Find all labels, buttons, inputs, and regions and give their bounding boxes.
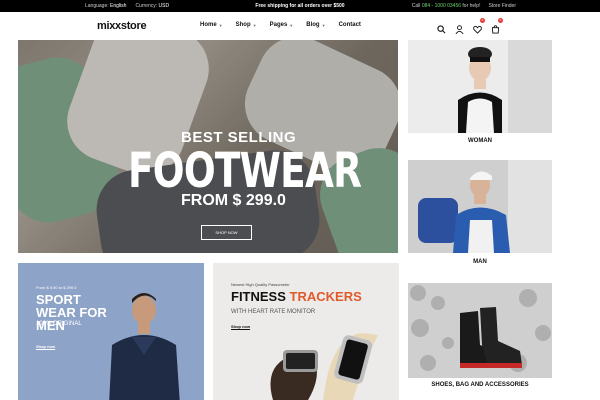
top-bar-right: Call 084 - 1000 03456 for help! Store Fi… (412, 3, 516, 9)
category-tile-shoes[interactable]: SHOES, BAG AND ACCESSORIES (408, 283, 552, 400)
chevron-down-icon: ▼ (321, 22, 326, 28)
nav-item-blog[interactable]: Blog ▼ (306, 22, 325, 28)
chevron-down-icon: ▼ (218, 22, 223, 28)
phone-number[interactable]: 084 - 1000 03456 (422, 3, 461, 9)
hero-price: FROM $ 299.0 (181, 192, 286, 209)
shop-now-link[interactable]: Shop now (231, 324, 250, 329)
sport-wear-banner[interactable]: From $ 9.90 to $ 299.0 SPORT WEAR FOR ME… (18, 263, 204, 400)
cart-icon[interactable]: 0 (491, 18, 503, 34)
wishlist-badge: 0 (480, 18, 485, 23)
nav-item-home[interactable]: Home ▼ (200, 22, 223, 28)
logo[interactable]: mixxstore (97, 20, 147, 32)
hero-banner[interactable]: BEST SELLING FOOTWEAR FROM $ 299.0 SHOP … (18, 40, 398, 253)
model-image (104, 285, 184, 400)
shop-now-link[interactable]: Shop now (36, 344, 55, 349)
banner-title: FITNESS TRACKERS (231, 289, 362, 304)
header-icons: 0 0 (437, 18, 503, 35)
banner-subtitle: 100% ORIGINAL (36, 321, 82, 327)
tracker-image (270, 333, 378, 400)
nav-item-pages[interactable]: Pages ▼ (270, 22, 294, 28)
price-range: From $ 9.90 to $ 299.0 (36, 285, 77, 290)
tile-caption: WOMAN (468, 138, 492, 144)
banner-kicker: Newest High Quality Passometer (231, 282, 290, 287)
banner-subtitle: WITH HEART RATE MONITOR (231, 309, 316, 315)
site-header: mixxstore Home ▼ Shop ▼ Pages ▼ Blog ▼ Conta… (0, 12, 600, 40)
nav-item-contact[interactable]: Contact (339, 22, 361, 28)
man-image (408, 160, 552, 253)
boots-image (408, 283, 552, 378)
tile-caption: SHOES, BAG AND ACCESSORIES (431, 382, 529, 388)
user-icon[interactable] (455, 21, 464, 35)
chevron-down-icon: ▼ (289, 22, 294, 28)
main-nav: Home ▼ Shop ▼ Pages ▼ Blog ▼ Contact (200, 22, 361, 28)
top-bar: Language: English Currency: USD Free shi… (0, 0, 600, 12)
woman-image (408, 40, 552, 133)
chevron-down-icon: ▼ (252, 22, 257, 28)
heart-icon[interactable]: 0 (473, 18, 485, 34)
fitness-trackers-banner[interactable]: Newest High Quality Passometer FITNESS T… (213, 263, 399, 400)
category-tile-woman[interactable]: WOMAN (408, 40, 552, 150)
shop-now-button[interactable]: SHOP NOW (201, 225, 252, 240)
nav-item-shop[interactable]: Shop ▼ (236, 22, 257, 28)
call-info: Call 084 - 1000 03456 for help! (411, 3, 481, 9)
hero-title: FOOTWEAR (128, 143, 362, 199)
cart-badge: 0 (498, 18, 503, 23)
tile-caption: MAN (473, 259, 487, 265)
category-tile-man[interactable]: MAN (408, 160, 552, 270)
search-icon[interactable] (437, 21, 446, 34)
store-finder-link[interactable]: Store Finder (488, 3, 516, 9)
